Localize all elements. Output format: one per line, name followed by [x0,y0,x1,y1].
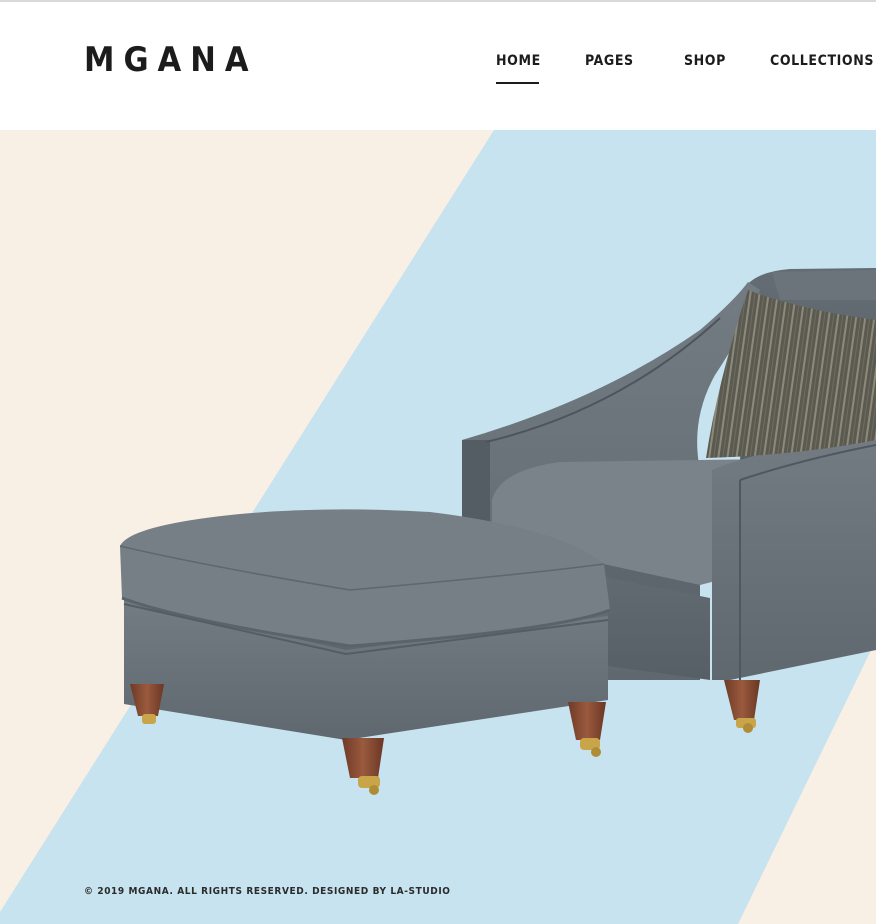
main-nav: HOME PAGES SHOP COLLECTIONS [0,52,876,92]
nav-item-shop[interactable]: SHOP [684,52,726,70]
hero-banner [0,130,876,924]
nav-item-pages[interactable]: PAGES [585,52,634,70]
nav-active-indicator [496,82,539,84]
footer-copyright: © 2019 MGANA. ALL RIGHTS RESERVED. DESIG… [84,886,451,897]
site-header: MGANA HOME PAGES SHOP COLLECTIONS [0,2,876,130]
hero-illustration [0,130,876,924]
nav-item-home[interactable]: HOME [496,52,541,70]
nav-item-collections[interactable]: COLLECTIONS [770,52,874,70]
